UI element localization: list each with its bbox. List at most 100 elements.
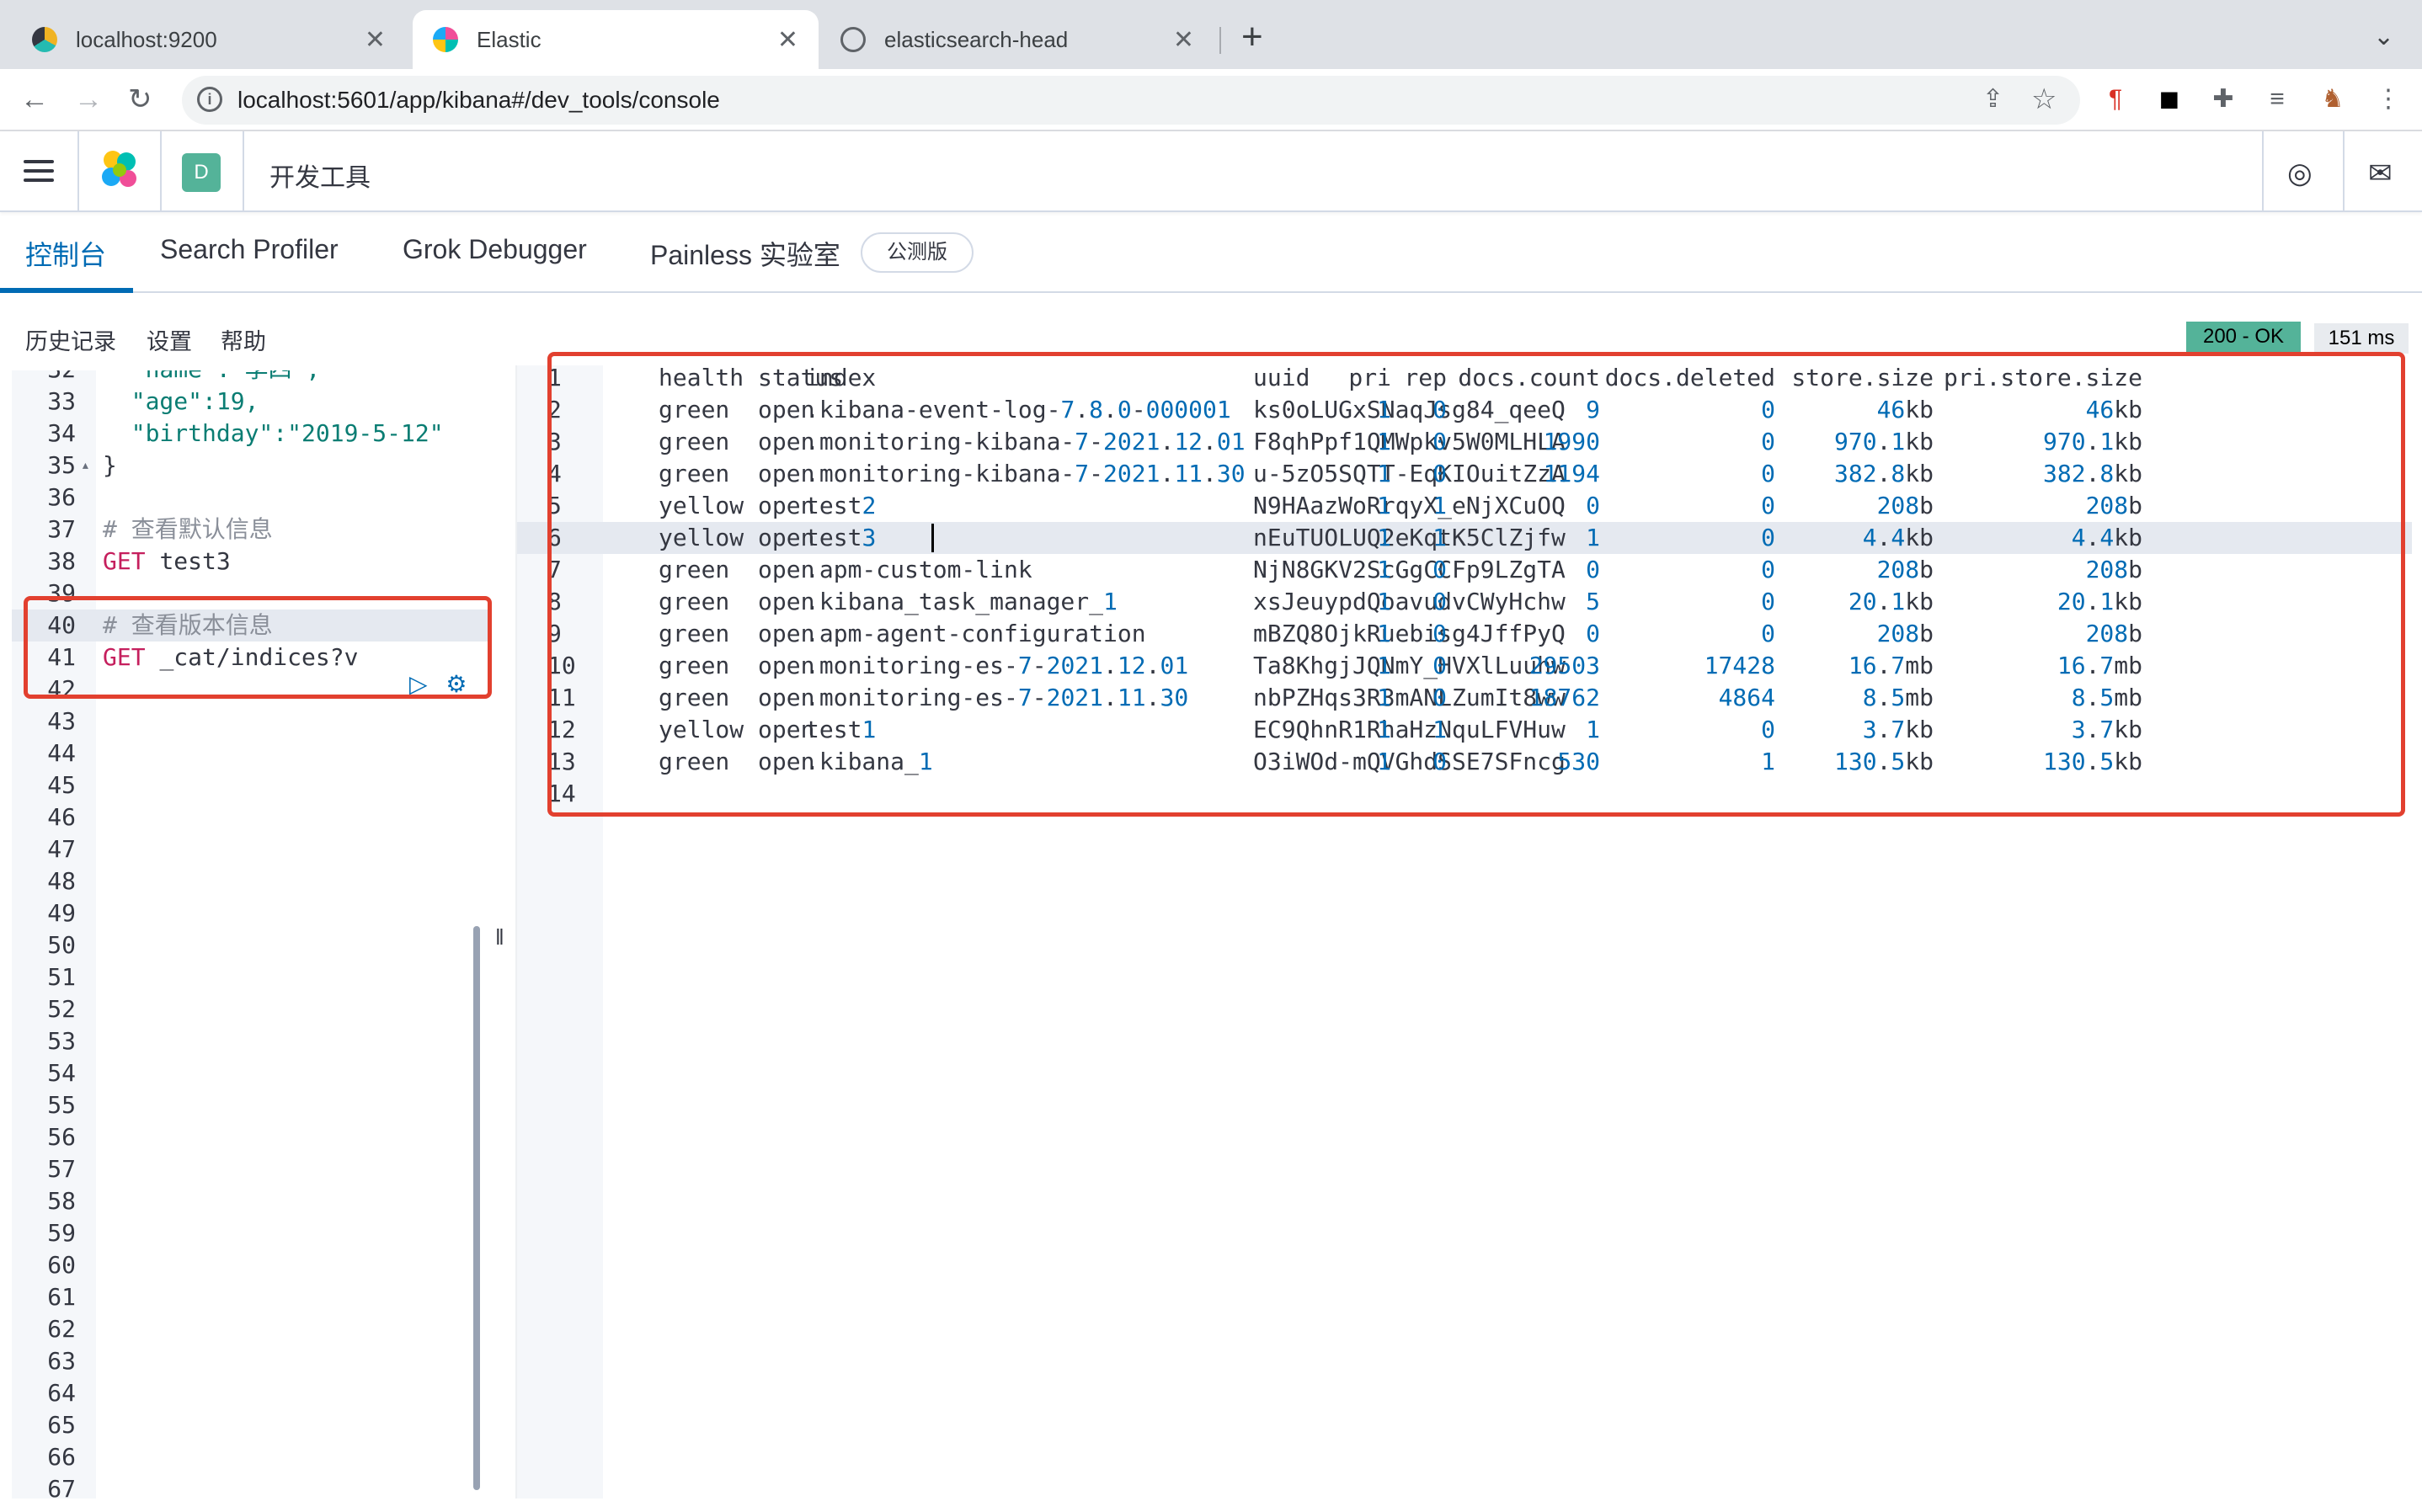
tab-title: elasticsearch-head <box>884 26 1069 52</box>
code-text: } <box>103 451 117 479</box>
elastic-favicon-icon <box>433 27 458 52</box>
devtools-tabs: 控制台 Search Profiler Grok Debugger Painle… <box>0 212 2422 293</box>
editor-line[interactable]: 57 <box>12 1153 492 1185</box>
editor-line[interactable]: 45 <box>12 769 492 801</box>
editor-scrollbar[interactable] <box>473 926 480 1490</box>
chevron-down-icon[interactable]: ⌄ <box>2373 22 2394 51</box>
close-tab-icon[interactable]: ✕ <box>1173 25 1194 55</box>
editor-line[interactable]: 34 "birthday":"2019-5-12" <box>12 418 492 450</box>
line-number: 45 <box>47 771 76 799</box>
line-number: 35 <box>47 451 76 479</box>
close-tab-icon[interactable]: ✕ <box>365 25 386 55</box>
help-icon[interactable]: ◎ <box>2287 157 2313 190</box>
line-number: 61 <box>47 1283 76 1311</box>
fold-icon[interactable]: ▴ <box>81 450 90 482</box>
tab-grok-debugger[interactable]: Grok Debugger <box>403 234 587 265</box>
tab-search-profiler[interactable]: Search Profiler <box>160 234 339 265</box>
editor-line[interactable]: 61 <box>12 1281 492 1313</box>
url-text[interactable]: localhost:5601/app/kibana#/dev_tools/con… <box>237 87 720 114</box>
code-text: "name":"李四", <box>103 370 321 386</box>
editor-line[interactable]: 35 ▴} <box>12 450 492 482</box>
address-bar[interactable]: i localhost:5601/app/kibana#/dev_tools/c… <box>182 76 2080 125</box>
editor-line[interactable]: 65 <box>12 1409 492 1441</box>
line-number: 51 <box>47 963 76 991</box>
request-editor[interactable]: 32 "name":"李四",33 "age":19,34 "birthday"… <box>12 370 492 1499</box>
editor-line[interactable]: 52 <box>12 993 492 1025</box>
editor-line[interactable]: 62 <box>12 1313 492 1345</box>
editor-line[interactable]: 51 <box>12 961 492 993</box>
editor-line[interactable]: 53 <box>12 1025 492 1057</box>
info-icon[interactable]: i <box>197 87 222 112</box>
reload-icon[interactable]: ↻ <box>128 83 152 116</box>
line-number: 55 <box>47 1091 76 1119</box>
line-number: 54 <box>47 1059 76 1087</box>
header-divider <box>243 131 244 212</box>
line-number: 57 <box>47 1155 76 1183</box>
queue-icon[interactable]: ≡ <box>2262 84 2292 114</box>
editor-line[interactable]: 43 <box>12 705 492 737</box>
puzzle-icon[interactable]: ✚ <box>2208 84 2238 114</box>
line-number: 48 <box>47 867 76 895</box>
line-number: 36 <box>47 483 76 511</box>
back-icon[interactable]: ← <box>20 83 49 116</box>
elastic-logo[interactable] <box>98 148 141 192</box>
editor-line[interactable]: 44 <box>12 737 492 769</box>
annotation-highlight-request <box>24 596 492 699</box>
editor-line[interactable]: 50 <box>12 929 492 961</box>
bookmark-star-icon[interactable]: ☆ <box>2031 83 2057 116</box>
header-divider <box>2262 131 2264 212</box>
tab-painless-lab[interactable]: Painless 实验室 <box>650 234 840 273</box>
browser-tab-elastic[interactable]: Elastic ✕ <box>413 10 819 69</box>
line-number: 50 <box>47 931 76 959</box>
editor-line[interactable]: 36 <box>12 482 492 514</box>
line-number: 59 <box>47 1219 76 1247</box>
editor-line[interactable]: 32 "name":"李四", <box>12 370 492 386</box>
editor-line[interactable]: 47 <box>12 833 492 865</box>
history-link[interactable]: 历史记录 <box>25 323 116 356</box>
settings-link[interactable]: 设置 <box>147 323 192 356</box>
editor-line[interactable]: 33 "age":19, <box>12 386 492 418</box>
browser-tab-localhost[interactable]: localhost:9200 ✕ <box>12 10 406 69</box>
editor-line[interactable]: 56 <box>12 1121 492 1153</box>
line-number: 46 <box>47 803 76 831</box>
editor-line[interactable]: 67 <box>12 1473 492 1499</box>
line-number: 34 <box>47 419 76 447</box>
editor-line[interactable]: 38 GET test3 <box>12 546 492 578</box>
mail-icon[interactable]: ✉ <box>2368 157 2393 190</box>
editor-line[interactable]: 66 <box>12 1441 492 1473</box>
close-tab-icon[interactable]: ✕ <box>777 25 798 55</box>
line-number: 56 <box>47 1123 76 1151</box>
new-tab-icon[interactable]: + <box>1241 19 1263 56</box>
annotation-highlight-response <box>547 352 2405 817</box>
editor-line[interactable]: 49 <box>12 897 492 929</box>
line-number: 60 <box>47 1251 76 1279</box>
active-tab-underline <box>0 288 133 293</box>
bear-icon[interactable]: ◼ <box>2154 84 2185 114</box>
editor-line[interactable]: 58 <box>12 1185 492 1217</box>
editor-line[interactable]: 48 <box>12 865 492 897</box>
pilcrow-icon[interactable]: ¶ <box>2100 84 2131 114</box>
pane-resizer-handle[interactable]: ‖ <box>495 924 504 950</box>
menu-icon[interactable] <box>24 160 54 188</box>
help-link[interactable]: 帮助 <box>221 323 266 356</box>
editor-line[interactable]: 63 <box>12 1345 492 1377</box>
editor-line[interactable]: 55 <box>12 1089 492 1121</box>
forward-icon[interactable]: → <box>74 83 103 116</box>
editor-line[interactable]: 37 # 查看默认信息 <box>12 514 492 546</box>
browser-toolbar: ← → ↻ i localhost:5601/app/kibana#/dev_t… <box>0 69 2422 131</box>
kebab-menu-icon[interactable]: ⋮ <box>2373 84 2403 114</box>
editor-line[interactable]: 54 <box>12 1057 492 1089</box>
profile-icon[interactable]: ♞ <box>2318 84 2348 114</box>
browser-tab-elasticsearch-head[interactable]: elasticsearch-head ✕ <box>820 10 1214 69</box>
line-number: 32 <box>12 370 76 386</box>
share-icon[interactable]: ⇪ <box>1982 84 2003 114</box>
editor-line[interactable]: 46 <box>12 801 492 833</box>
line-number: 65 <box>47 1411 76 1439</box>
editor-line[interactable]: 59 <box>12 1217 492 1249</box>
space-avatar[interactable]: D <box>182 153 221 192</box>
line-number: 33 <box>47 387 76 415</box>
editor-line[interactable]: 64 <box>12 1377 492 1409</box>
editor-line[interactable]: 60 <box>12 1249 492 1281</box>
code-text: "age":19, <box>103 387 259 415</box>
tab-console[interactable]: 控制台 <box>25 234 106 273</box>
